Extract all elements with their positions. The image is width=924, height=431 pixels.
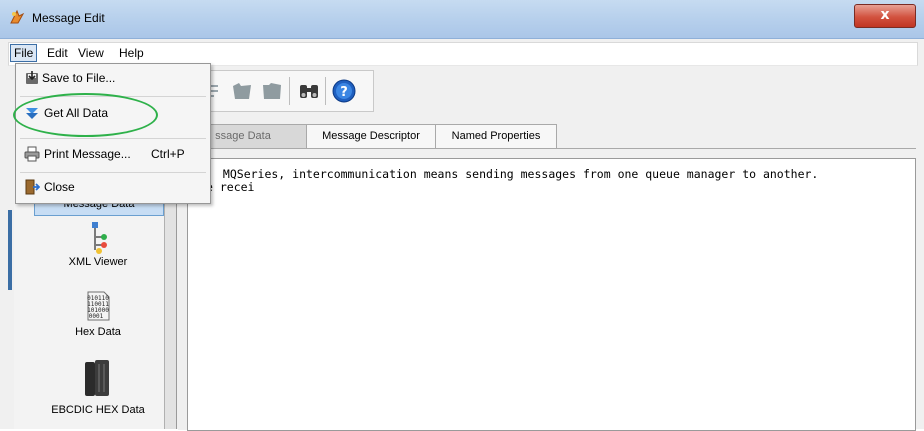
menu-separator bbox=[20, 138, 206, 139]
ebcdic-icon bbox=[85, 360, 109, 396]
message-edit-window: Message Edit x File Edit View Help ? Mes… bbox=[0, 0, 924, 431]
window-title: Message Edit bbox=[32, 11, 105, 25]
toolbar-divider bbox=[325, 77, 326, 105]
menu-view[interactable]: View bbox=[78, 46, 104, 60]
app-icon bbox=[10, 9, 25, 24]
close-button[interactable]: x bbox=[854, 4, 916, 28]
svg-text:?: ? bbox=[340, 85, 348, 100]
message-data-editor[interactable]: MQSeries, intercommunication means sendi… bbox=[187, 158, 916, 431]
menu-item-save-to-file[interactable]: Save to File... bbox=[20, 67, 206, 91]
menu-item-print-message[interactable]: Print Message... Ctrl+P bbox=[20, 143, 206, 167]
tab-bar: ssage Data Message Descriptor Named Prop… bbox=[178, 124, 916, 148]
help-icon[interactable]: ? bbox=[332, 79, 356, 103]
save-to-file-icon bbox=[26, 71, 38, 84]
window-edge-accent bbox=[8, 210, 12, 290]
title-bar: Message Edit x bbox=[0, 0, 924, 39]
menu-file[interactable]: File bbox=[10, 44, 38, 62]
menu-item-label: Close bbox=[44, 180, 75, 194]
binary-file-icon: 010110 110011 101000 0001 bbox=[87, 291, 110, 321]
menu-separator bbox=[20, 172, 206, 173]
nav-item-xml-viewer[interactable]: XML Viewer bbox=[34, 220, 162, 280]
svg-text:0001: 0001 bbox=[89, 313, 104, 320]
toolbar: ? bbox=[160, 67, 916, 115]
menu-item-shortcut: Ctrl+P bbox=[151, 147, 185, 161]
editor-line: MQSeries, intercommunication means sendi… bbox=[216, 167, 819, 181]
menu-item-label: Print Message... bbox=[44, 147, 131, 161]
nav-item-hex-data[interactable]: 010110 110011 101000 0001 Hex Data bbox=[34, 290, 162, 346]
nav-item-label: XML Viewer bbox=[68, 256, 128, 268]
editor-line: e recei bbox=[206, 180, 255, 194]
folder-icon[interactable] bbox=[231, 81, 253, 101]
binoculars-icon[interactable] bbox=[298, 81, 320, 101]
menu-item-label: Save to File... bbox=[42, 71, 116, 85]
folder-open-icon[interactable] bbox=[261, 81, 283, 101]
toolbar-divider bbox=[289, 77, 290, 105]
xml-tree-icon bbox=[92, 222, 107, 254]
tab-named-properties[interactable]: Named Properties bbox=[435, 124, 557, 148]
close-door-icon bbox=[25, 179, 40, 195]
annotation-highlight bbox=[13, 93, 158, 137]
nav-item-label: EBCDIC HEX Data bbox=[51, 404, 145, 416]
toolbar-group: ? bbox=[202, 70, 374, 112]
nav-item-ebcdic-hex-data[interactable]: EBCDIC HEX Data bbox=[34, 358, 162, 426]
tab-message-descriptor[interactable]: Message Descriptor bbox=[306, 124, 436, 148]
menu-edit[interactable]: Edit bbox=[47, 46, 68, 60]
printer-icon bbox=[24, 146, 40, 162]
menu-help[interactable]: Help bbox=[119, 46, 144, 60]
menu-item-close[interactable]: Close bbox=[20, 176, 206, 200]
nav-item-label: Hex Data bbox=[75, 326, 121, 338]
